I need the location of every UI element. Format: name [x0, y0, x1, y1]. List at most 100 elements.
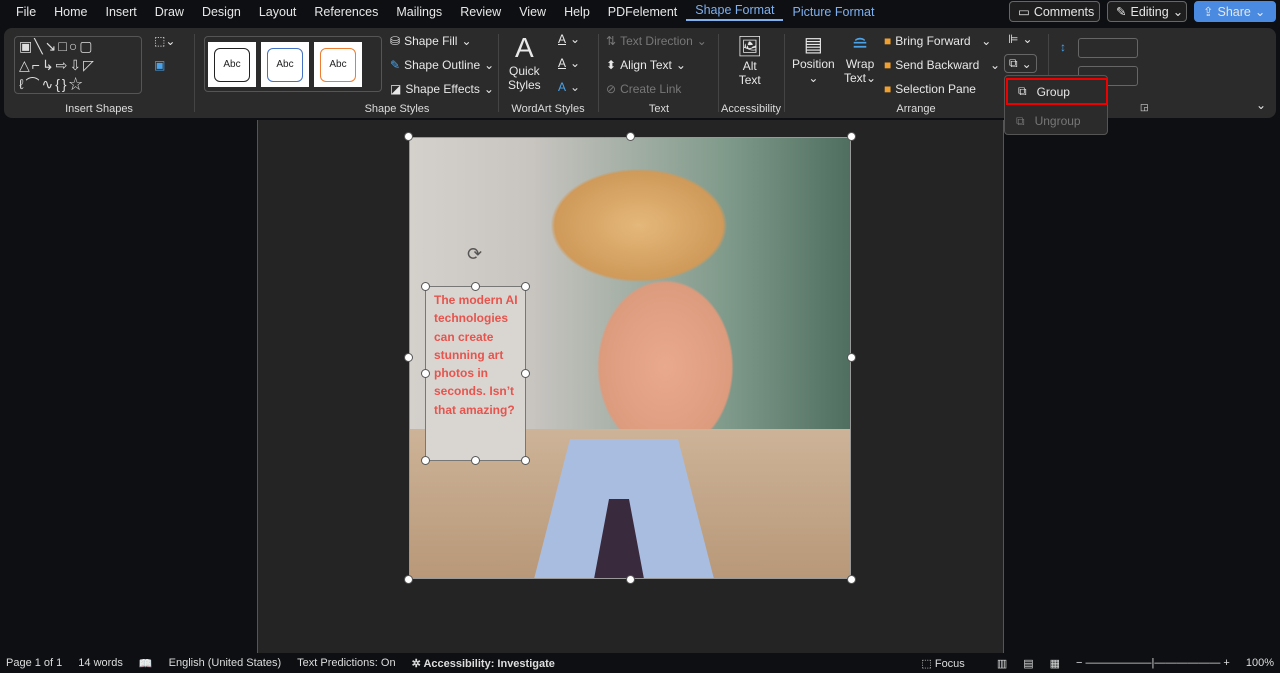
tab-picture-format[interactable]: Picture Format	[783, 5, 883, 19]
resize-handle[interactable]	[404, 353, 413, 362]
shape-fill-button[interactable]: ⛁ Shape Fill ⌄	[390, 34, 472, 48]
chevron-down-icon: ⌄	[1172, 5, 1184, 19]
style-preset-black[interactable]: Abc	[208, 42, 256, 87]
resize-handle[interactable]	[404, 575, 413, 584]
resize-handle[interactable]	[404, 132, 413, 141]
text-fill-button[interactable]: A ⌄	[558, 32, 580, 46]
wordart-group: A Quick Styles A ⌄ A ⌄ A ⌄ WordArt Styles	[500, 28, 596, 118]
align-text-button[interactable]: ⬍ Align Text ⌄	[606, 58, 686, 72]
shapes-gallery[interactable]: ▣╲↘□○▢ △⌐↳⇨⇩◸ ℓ⌒∿{}☆	[14, 36, 142, 94]
page-count[interactable]: Page 1 of 1	[6, 657, 62, 669]
resize-handle[interactable]	[847, 132, 856, 141]
share-icon: ⇪	[1203, 5, 1214, 19]
bring-forward-button[interactable]: ■ Bring Forward ⌄	[884, 34, 991, 48]
tab-view[interactable]: View	[510, 5, 555, 19]
word-count[interactable]: 14 words	[78, 657, 123, 669]
zoom-slider[interactable]: − ——————|—————— +	[1076, 657, 1230, 669]
tab-file[interactable]: File	[7, 5, 45, 19]
text-predictions[interactable]: Text Predictions: On	[297, 657, 395, 669]
shape-effects-button[interactable]: ◪ Shape Effects ⌄	[390, 82, 494, 96]
wrap-text-button[interactable]: ≘ Wrap Text⌄	[844, 32, 876, 85]
style-sample: Abc	[267, 47, 303, 82]
label: Text Direction	[620, 34, 693, 48]
tab-design[interactable]: Design	[193, 5, 250, 19]
group-menu-item[interactable]: ⧉ Group	[1006, 78, 1108, 105]
editing-label: Editing	[1130, 4, 1169, 19]
resize-handle[interactable]	[421, 369, 430, 378]
alt-text-icon: 🖼	[737, 36, 763, 58]
zoom-level[interactable]: 100%	[1246, 657, 1274, 669]
read-mode-icon[interactable]: ▥	[997, 657, 1007, 670]
ungroup-icon: ⧉	[1016, 113, 1025, 128]
style-sample: Abc	[320, 47, 356, 82]
tab-review[interactable]: Review	[451, 5, 510, 19]
style-preset-orange[interactable]: Abc	[314, 42, 362, 87]
comments-label: Comments	[1033, 4, 1095, 19]
draw-text-box-button[interactable]: ▣	[154, 58, 165, 72]
label: Align Text	[620, 58, 672, 72]
label: Position	[792, 57, 835, 71]
resize-handle[interactable]	[521, 456, 530, 465]
selection-pane-button[interactable]: ■ Selection Pane	[884, 82, 976, 96]
tab-pdfelement[interactable]: PDFelement	[599, 5, 686, 19]
ungroup-menu-item[interactable]: ⧉ Ungroup	[1006, 108, 1108, 134]
text-outline-button[interactable]: A ⌄	[558, 56, 580, 70]
style-preset-blue[interactable]: Abc	[261, 42, 309, 87]
resize-handle[interactable]	[421, 456, 430, 465]
status-bar: Page 1 of 1 14 words 📖 English (United S…	[0, 653, 1280, 673]
quick-styles-button[interactable]: A Quick Styles	[508, 32, 541, 92]
tab-layout[interactable]: Layout	[250, 5, 306, 19]
web-layout-icon[interactable]: ▦	[1050, 657, 1060, 670]
label: Focus	[934, 657, 965, 670]
resize-handle[interactable]	[847, 353, 856, 362]
label: Accessibility: Investigate	[423, 657, 555, 670]
tab-help[interactable]: Help	[555, 5, 599, 19]
chevron-down-icon: ⌄	[1254, 5, 1266, 19]
resize-handle[interactable]	[626, 132, 635, 141]
resize-handle[interactable]	[626, 575, 635, 584]
text-effects-button[interactable]: A ⌄	[558, 80, 580, 94]
rotate-handle-icon[interactable]: ⟳	[467, 244, 482, 265]
tab-references[interactable]: References	[305, 5, 387, 19]
text-direction-button[interactable]: ⇅ Text Direction ⌄	[606, 34, 707, 48]
accessibility-status[interactable]: ✲ Accessibility: Investigate	[412, 657, 571, 670]
label: Shape Outline	[404, 58, 481, 72]
language[interactable]: English (United States)	[169, 657, 282, 669]
focus-button[interactable]: ⬚ Focus	[921, 657, 980, 670]
tab-mailings[interactable]: Mailings	[387, 5, 451, 19]
collapse-ribbon-icon[interactable]: ⌄	[1256, 98, 1266, 112]
wrap-text-icon: ≘	[851, 34, 869, 56]
comments-button[interactable]: ▭ Comments	[1009, 1, 1100, 22]
label: Shape Fill	[404, 34, 458, 48]
proofing-icon[interactable]: 📖	[139, 657, 153, 670]
resize-handle[interactable]	[421, 282, 430, 291]
editing-button[interactable]: ✎ Editing ⌄	[1107, 1, 1187, 22]
tab-insert[interactable]: Insert	[97, 5, 146, 19]
tab-draw[interactable]: Draw	[146, 5, 193, 19]
height-input[interactable]	[1078, 38, 1138, 58]
position-button[interactable]: ▤ Position ⌄	[792, 32, 835, 85]
shape-outline-button[interactable]: ✎ Shape Outline ⌄	[390, 58, 494, 72]
label: Shape Effects	[405, 82, 480, 96]
resize-handle[interactable]	[471, 282, 480, 291]
group-objects-button[interactable]: ⧉ ⌄	[1004, 54, 1037, 73]
align-button[interactable]: ⊫ ⌄	[1008, 32, 1033, 46]
group-label: WordArt Styles	[511, 103, 585, 115]
tab-home[interactable]: Home	[45, 5, 96, 19]
resize-handle[interactable]	[521, 282, 530, 291]
text-box-content[interactable]: The modern AI technologies can create st…	[434, 291, 524, 419]
create-link-button[interactable]: ⊘ Create Link	[606, 82, 681, 96]
share-button[interactable]: ⇪ Share ⌄	[1194, 1, 1276, 22]
resize-handle[interactable]	[471, 456, 480, 465]
dialog-launcher-icon[interactable]: ◲	[1140, 102, 1149, 113]
print-layout-icon[interactable]: ▤	[1023, 657, 1033, 670]
resize-handle[interactable]	[521, 369, 530, 378]
resize-handle[interactable]	[847, 575, 856, 584]
send-backward-button[interactable]: ■ Send Backward ⌄	[884, 58, 1000, 72]
tab-shape-format[interactable]: Shape Format	[686, 3, 784, 21]
edit-shape-button[interactable]: ⬚⌄	[154, 34, 175, 48]
pen-icon: ✎	[390, 58, 401, 72]
group-label: Text	[648, 103, 670, 115]
alt-text-button[interactable]: 🖼 Alt Text	[737, 34, 762, 87]
share-label: Share	[1217, 4, 1251, 19]
